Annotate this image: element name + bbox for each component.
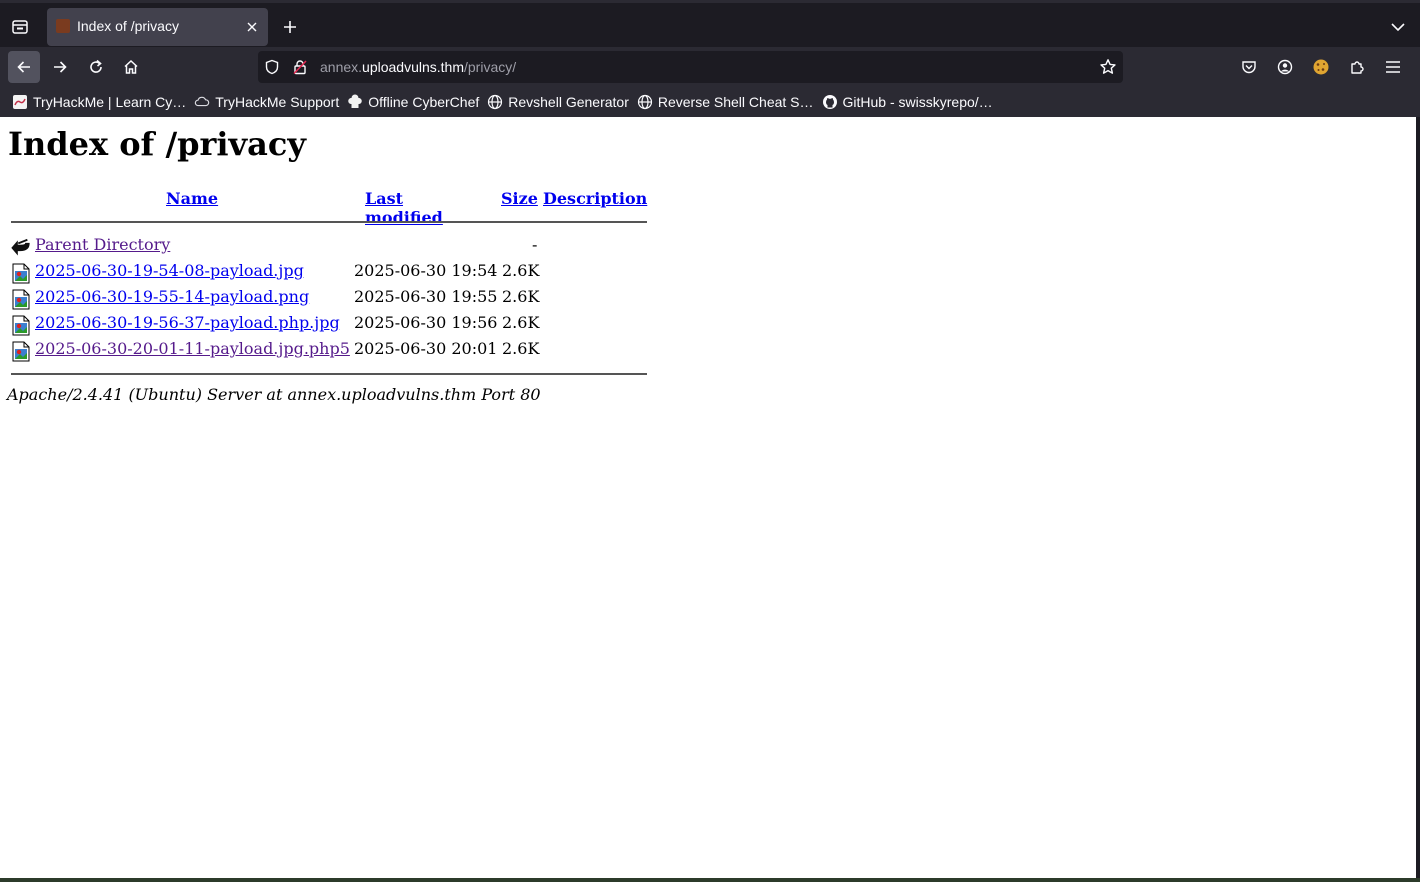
url-path: /privacy/: [464, 59, 517, 75]
table-row: 2025-06-30-19-54-08-payload.jpg 2025-06-…: [8, 259, 648, 285]
plus-icon[interactable]: [278, 15, 302, 39]
window-edge: [0, 878, 1420, 882]
tab-title: Index of /privacy: [77, 18, 179, 34]
bookmark-star-icon[interactable]: [1099, 58, 1117, 76]
column-header-size: Size: [501, 189, 538, 208]
back-arrow-icon[interactable]: [8, 51, 40, 83]
hamburger-menu-icon[interactable]: [1381, 55, 1405, 79]
chevron-down-icon[interactable]: [1386, 15, 1410, 39]
close-icon[interactable]: [244, 19, 260, 35]
bookmark-label: TryHackMe Support: [215, 94, 340, 110]
bookmark-label: GitHub - swisskyrepo/…: [842, 94, 993, 110]
column-header-name: Name: [166, 189, 218, 208]
image-file-icon: [11, 288, 31, 310]
github-icon: [822, 94, 838, 110]
tab-strip: Index of /privacy: [0, 0, 1420, 47]
file-link[interactable]: 2025-06-30-19-54-08-payload.jpg: [35, 261, 304, 280]
bookmark-tryhackme[interactable]: TryHackMe | Learn Cy…: [10, 90, 192, 114]
back-arrow-folder-icon: [11, 236, 31, 258]
cookie-extension-icon[interactable]: [1309, 55, 1333, 79]
cloud-icon: [194, 94, 210, 110]
bookmark-tryhackme-support[interactable]: TryHackMe Support: [192, 90, 345, 114]
tab-favicon-icon: [56, 19, 70, 33]
bookmark-label: Offline CyberChef: [368, 94, 480, 110]
image-file-icon: [11, 314, 31, 336]
file-size: -: [532, 235, 538, 254]
navigation-toolbar: annex.uploadvulns.thm/privacy/: [0, 47, 1420, 87]
bookmark-label: Revshell Generator: [508, 94, 629, 110]
extensions-puzzle-icon[interactable]: [1345, 55, 1369, 79]
file-size: 2.6K: [502, 261, 540, 280]
server-signature: Apache/2.4.41 (Ubuntu) Server at annex.u…: [7, 385, 541, 404]
reload-icon[interactable]: [80, 51, 112, 83]
firefox-view-icon[interactable]: [8, 15, 32, 39]
file-last-modified: 2025-06-30 19:56: [354, 313, 498, 332]
table-row: 2025-06-30-19-55-14-payload.png 2025-06-…: [8, 285, 648, 311]
file-size: 2.6K: [502, 287, 540, 306]
page-content: Index of /privacy Name Last modified Siz…: [0, 117, 1416, 878]
window-edge: [1416, 117, 1420, 878]
pocket-icon[interactable]: [1237, 55, 1261, 79]
bookmark-label: Reverse Shell Cheat S…: [657, 94, 814, 110]
globe-icon: [637, 94, 653, 110]
bookmark-label: TryHackMe | Learn Cy…: [33, 94, 187, 110]
bookmark-github-swisskyrepo[interactable]: GitHub - swisskyrepo/…: [820, 90, 999, 114]
file-link[interactable]: 2025-06-30-20-01-11-payload.jpg.php5: [35, 339, 350, 358]
table-row: 2025-06-30-19-56-37-payload.php.jpg 2025…: [8, 311, 648, 337]
forward-arrow-icon[interactable]: [44, 51, 76, 83]
tab-active[interactable]: Index of /privacy: [47, 8, 268, 46]
file-size: 2.6K: [502, 339, 540, 358]
insecure-lock-icon[interactable]: [292, 59, 308, 75]
address-bar[interactable]: annex.uploadvulns.thm/privacy/: [258, 51, 1123, 83]
url-host: uploadvulns.thm: [362, 59, 464, 75]
bookmark-revshell-generator[interactable]: Revshell Generator: [485, 90, 635, 114]
table-row-parent-directory: Parent Directory -: [8, 233, 648, 259]
file-link[interactable]: 2025-06-30-19-56-37-payload.php.jpg: [35, 313, 340, 332]
file-link[interactable]: 2025-06-30-19-55-14-payload.png: [35, 287, 309, 306]
bookmark-offline-cyberchef[interactable]: Offline CyberChef: [345, 90, 485, 114]
bookmark-reverse-shell-cheat-sheet[interactable]: Reverse Shell Cheat S…: [635, 90, 820, 114]
column-header-description: Description: [543, 189, 647, 208]
account-icon[interactable]: [1273, 55, 1297, 79]
url-subdomain: annex.: [320, 59, 363, 75]
image-file-icon: [11, 262, 31, 284]
sort-by-name-link[interactable]: Name: [166, 189, 218, 208]
parent-directory-link[interactable]: Parent Directory: [35, 235, 170, 254]
file-last-modified: 2025-06-30 19:55: [354, 287, 498, 306]
tracking-protection-shield-icon[interactable]: [264, 59, 280, 75]
globe-icon: [487, 94, 503, 110]
url-text[interactable]: annex.uploadvulns.thm/privacy/: [320, 59, 516, 75]
image-file-icon: [11, 340, 31, 362]
file-size: 2.6K: [502, 313, 540, 332]
home-icon[interactable]: [115, 51, 147, 83]
bookmarks-toolbar: TryHackMe | Learn Cy… TryHackMe Support …: [0, 87, 1420, 117]
file-last-modified: 2025-06-30 19:54: [354, 261, 498, 280]
sort-by-size-link[interactable]: Size: [501, 189, 538, 208]
divider: [11, 373, 647, 375]
file-last-modified: 2025-06-30 20:01: [354, 339, 498, 358]
chef-hat-icon: [347, 94, 363, 110]
sort-by-description-link[interactable]: Description: [543, 189, 647, 208]
tryhackme-icon: [12, 94, 28, 110]
page-title: Index of /privacy: [8, 125, 306, 163]
divider: [11, 221, 647, 223]
table-row: 2025-06-30-20-01-11-payload.jpg.php5 202…: [8, 337, 648, 363]
